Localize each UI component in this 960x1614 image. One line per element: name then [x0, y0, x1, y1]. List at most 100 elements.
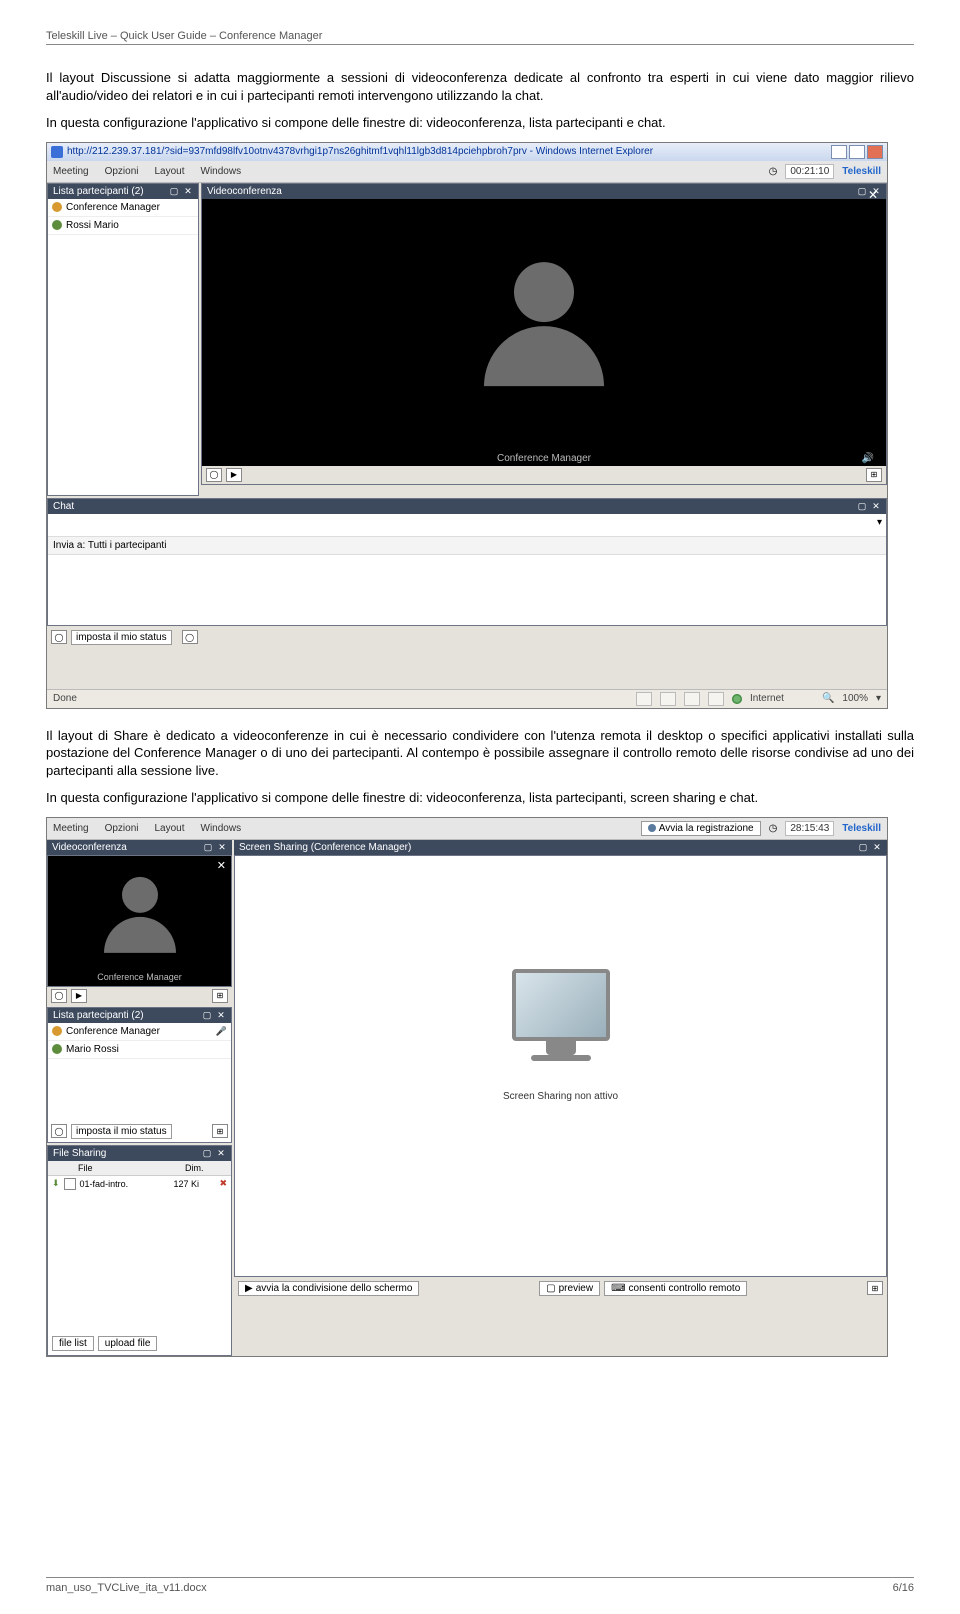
play-icon: ▶	[245, 1283, 253, 1294]
video-user-label: Conference Manager	[48, 972, 231, 982]
panel-close-icon[interactable]: ✕	[872, 842, 882, 852]
menu-windows[interactable]: Windows	[201, 166, 242, 177]
allow-remote-button[interactable]: ⌨ consenti controllo remoto	[604, 1281, 747, 1296]
status-zoom: 100%	[842, 693, 868, 704]
upload-file-button[interactable]: upload file	[98, 1336, 158, 1351]
status-input[interactable]: imposta il mio status	[71, 630, 172, 645]
participant-row[interactable]: Conference Manager	[48, 199, 198, 217]
panel-close-icon[interactable]: ✕	[216, 1148, 226, 1158]
video-controls: ◯ ▶ ⊞	[202, 466, 886, 484]
user-silhouette-icon	[104, 877, 176, 953]
status-input[interactable]: imposta il mio status	[71, 1124, 172, 1139]
panel-close-icon[interactable]: ✕	[871, 501, 881, 511]
maximize-icon[interactable]	[849, 145, 865, 159]
screenshot-discussione: http://212.239.37.181/?sid=937mfd98lfv10…	[46, 142, 914, 709]
panel-min-icon[interactable]: ▢	[857, 501, 867, 511]
keyboard-icon: ⌨	[611, 1283, 625, 1294]
menu-opzioni[interactable]: Opzioni	[105, 166, 139, 177]
menu-windows[interactable]: Windows	[201, 823, 242, 834]
status-box	[636, 692, 652, 706]
video-title: Videoconferenza	[207, 186, 282, 197]
app-menubar: Meeting Opzioni Layout Windows ◷ 00:21:1…	[47, 161, 887, 183]
footer-page-number: 6/16	[893, 1582, 914, 1594]
clock-icon: ◷	[769, 823, 778, 834]
file-header-name[interactable]: File	[74, 1161, 181, 1175]
video-remove-icon[interactable]: ✕	[217, 859, 226, 872]
status-extra-icon[interactable]: ⊞	[212, 1124, 228, 1138]
rec-button-label: Avvia la registrazione	[659, 823, 754, 834]
file-sharing-title: File Sharing	[53, 1148, 106, 1159]
minimize-icon[interactable]	[831, 145, 847, 159]
person-icon	[52, 1044, 62, 1054]
menu-opzioni[interactable]: Opzioni	[105, 823, 139, 834]
participants-title: Lista partecipanti (2)	[53, 186, 144, 197]
button-label: consenti controllo remoto	[629, 1283, 741, 1294]
timer-display: 00:21:10	[785, 164, 834, 179]
participant-row[interactable]: Conference Manager 🎤	[48, 1023, 231, 1041]
file-buttons-row: file list upload file	[48, 1332, 231, 1355]
video-user-label: Conference Manager	[202, 453, 886, 464]
video-remove-icon[interactable]: ✕	[868, 188, 878, 202]
invia-value[interactable]: Tutti i partecipanti	[88, 540, 167, 551]
layout-button[interactable]: ⊞	[866, 468, 882, 482]
user-silhouette-icon	[484, 262, 604, 386]
close-icon[interactable]	[867, 145, 883, 159]
layout-button[interactable]: ⊞	[212, 989, 228, 1003]
file-header-size[interactable]: Dim.	[181, 1161, 231, 1175]
speaker-icon[interactable]: 🔊	[862, 453, 874, 464]
monitor-icon	[512, 969, 610, 1061]
panel-close-icon[interactable]: ✕	[183, 186, 193, 196]
mic-icon[interactable]: 🎤	[216, 1026, 227, 1037]
button-label: avvia la condivisione dello schermo	[256, 1283, 413, 1294]
panel-extra-icon[interactable]: ⊞	[867, 1281, 883, 1295]
footer-filename: man_uso_TVCLive_ita_v11.docx	[46, 1582, 207, 1594]
panel-min-icon[interactable]: ▢	[202, 1148, 212, 1158]
menu-layout[interactable]: Layout	[154, 823, 184, 834]
download-icon[interactable]: ⬇	[52, 1178, 60, 1189]
participant-row[interactable]: Rossi Mario	[48, 217, 198, 235]
delete-icon[interactable]: ✖	[219, 1178, 227, 1189]
play-button[interactable]: ▶	[226, 468, 242, 482]
status-gear-icon[interactable]: ◯	[51, 630, 67, 644]
panel-min-icon[interactable]: ▢	[202, 1010, 212, 1020]
screen-sharing-panel: Screen Sharing (Conference Manager) ▢ ✕ …	[234, 840, 887, 1356]
status-gear-icon[interactable]: ◯	[51, 1124, 67, 1138]
file-icon	[64, 1178, 76, 1190]
panel-min-icon[interactable]: ▢	[169, 186, 179, 196]
file-row[interactable]: ⬇ 01-fad-intro. 127 Ki ✖	[48, 1176, 231, 1192]
status-box	[660, 692, 676, 706]
camera-button[interactable]: ◯	[51, 989, 67, 1003]
participant-row[interactable]: Mario Rossi	[48, 1041, 231, 1059]
panel-close-icon[interactable]: ✕	[217, 842, 227, 852]
screen-buttons-row: ▶ avvia la condivisione dello schermo ▢ …	[234, 1277, 887, 1300]
chat-body[interactable]	[48, 555, 886, 625]
panel-min-icon[interactable]: ▢	[858, 842, 868, 852]
ie-icon	[51, 146, 63, 158]
invia-label: Invia a:	[53, 540, 85, 551]
zoom-dropdown-icon[interactable]: ▾	[876, 693, 881, 704]
menu-meeting[interactable]: Meeting	[53, 823, 89, 834]
camera-button[interactable]: ◯	[206, 468, 222, 482]
browser-statusbar: Done Internet 🔍 100% ▾	[47, 689, 887, 708]
panel-min-icon[interactable]: ▢	[857, 186, 867, 196]
start-sharing-button[interactable]: ▶ avvia la condivisione dello schermo	[238, 1281, 419, 1296]
play-button[interactable]: ▶	[71, 989, 87, 1003]
preview-button[interactable]: ▢ preview	[539, 1281, 600, 1296]
screen-sharing-status-text: Screen Sharing non attivo	[503, 1091, 618, 1102]
chat-send-icon[interactable]: ▾	[877, 517, 882, 528]
status-extra-icon[interactable]: ◯	[182, 630, 198, 644]
chat-title: Chat	[53, 501, 74, 512]
zoom-icon[interactable]: 🔍	[822, 693, 834, 704]
menu-meeting[interactable]: Meeting	[53, 166, 89, 177]
browser-titlebar: http://212.239.37.181/?sid=937mfd98lfv10…	[47, 143, 887, 161]
panel-close-icon[interactable]: ✕	[216, 1010, 226, 1020]
doc-footer: man_uso_TVCLive_ita_v11.docx 6/16	[46, 1577, 914, 1594]
start-recording-button[interactable]: Avvia la registrazione	[641, 821, 761, 836]
file-list-button[interactable]: file list	[52, 1336, 94, 1351]
preview-icon: ▢	[546, 1283, 555, 1294]
video-title: Videoconferenza	[52, 842, 127, 853]
menu-layout[interactable]: Layout	[154, 166, 184, 177]
file-sharing-panel: File Sharing ▢ ✕ File Dim.	[47, 1145, 232, 1356]
panel-min-icon[interactable]: ▢	[203, 842, 213, 852]
file-name: 01-fad-intro.	[80, 1179, 170, 1189]
